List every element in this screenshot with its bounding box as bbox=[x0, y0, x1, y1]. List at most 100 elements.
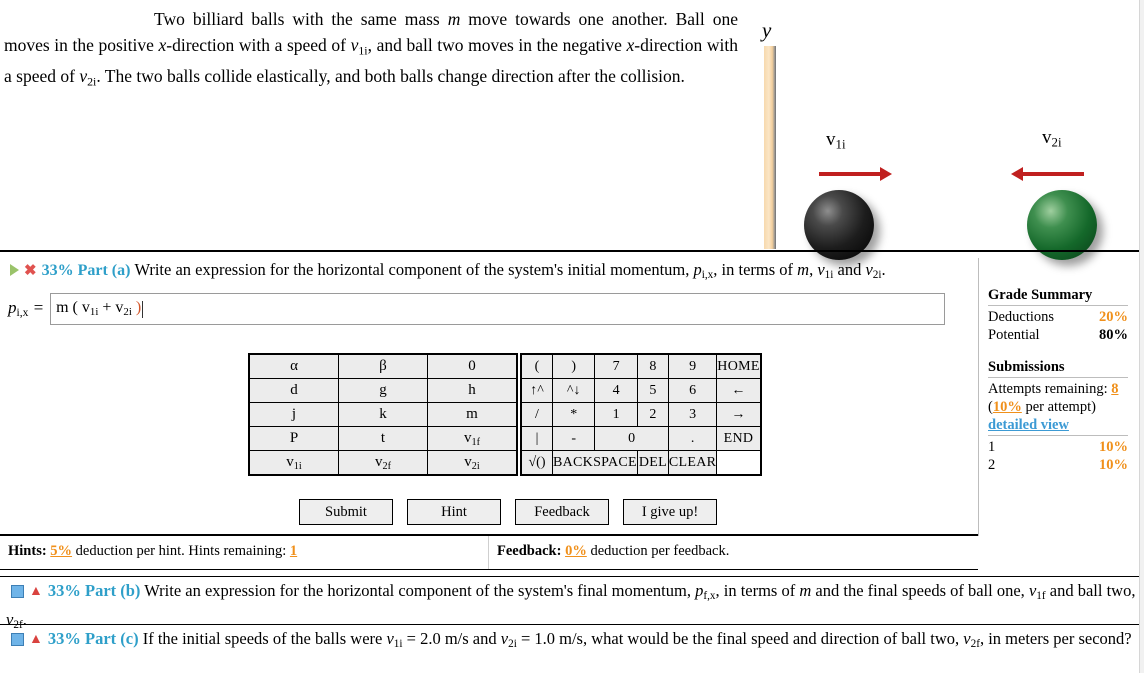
math-keypad[interactable]: α β 0 d g h j k m Pt v1f v1i v2f v2i () 7 8 9 HOME ↑^ ^↓ 4 5 6… bbox=[248, 353, 762, 476]
keypad-key-0[interactable]: 0 bbox=[594, 426, 669, 451]
submission-row: 1 10% bbox=[988, 438, 1128, 456]
keypad-key-k[interactable]: k bbox=[338, 402, 428, 427]
keypad-key-DEL[interactable]: DEL bbox=[636, 450, 669, 476]
keypad-key-op: ^↓ bbox=[551, 378, 596, 403]
keypad-key-op[interactable]: ( bbox=[520, 353, 553, 379]
keypad-key-g[interactable]: g bbox=[338, 378, 428, 403]
part-c-divider bbox=[0, 624, 1144, 625]
keypad-key-v1i[interactable]: v1i bbox=[248, 450, 339, 476]
part-b-label: Part (b) bbox=[84, 581, 141, 600]
submit-button[interactable]: Submit bbox=[299, 499, 393, 525]
text-caret bbox=[142, 300, 144, 318]
keypad-key-[interactable]: β bbox=[338, 353, 428, 379]
keypad-row: √() BACKSPACE DEL CLEAR bbox=[520, 450, 761, 476]
keypad-row: dgh bbox=[248, 378, 518, 403]
keypad-numeric-body: () 7 8 9 HOME ↑^ ^↓ 4 5 6 ← / * 1 2 3 → | -0. END √() BACKSPA… bbox=[520, 353, 762, 476]
keypad-row: αβ0 bbox=[248, 353, 518, 379]
keypad-key-op[interactable]: / bbox=[520, 402, 553, 427]
keypad-key-v2i[interactable]: v2i bbox=[427, 450, 518, 476]
submissions-title: Submissions bbox=[988, 359, 1065, 375]
velocity-arrow-left-icon bbox=[1011, 167, 1084, 181]
blue-square-icon[interactable] bbox=[11, 632, 24, 646]
keypad-key-v1f[interactable]: v1f bbox=[427, 426, 518, 451]
submission-number: 2 bbox=[988, 457, 996, 473]
keypad-row: ↑^ ^↓ 4 5 6 ← bbox=[520, 378, 762, 403]
grade-panel-divider bbox=[978, 258, 979, 536]
feedback-deduction-value: 0% bbox=[565, 543, 587, 559]
detailed-view-link[interactable]: detailed view bbox=[988, 416, 1128, 434]
keypad-key-2[interactable]: 2 bbox=[636, 402, 669, 427]
keypad-key-cmd[interactable]: → bbox=[716, 402, 762, 427]
keypad-key-7[interactable]: 7 bbox=[594, 353, 638, 379]
keypad-key-8[interactable]: 8 bbox=[636, 353, 669, 379]
keypad-key-BACKSPACE[interactable]: BACKSPACE bbox=[552, 450, 638, 476]
per-attempt-text: per attempt) bbox=[1021, 399, 1096, 415]
answer-row: pi,x = m ( v1i + v2i ) bbox=[8, 293, 946, 325]
grade-divider-line bbox=[988, 305, 1128, 306]
submission-deduction: 10% bbox=[1099, 457, 1128, 473]
keypad-key-HOME[interactable]: HOME bbox=[716, 353, 762, 379]
y-axis-bar-icon bbox=[764, 46, 776, 249]
keypad-key-m[interactable]: m bbox=[427, 402, 518, 427]
keypad-key-op[interactable]: - bbox=[551, 426, 596, 451]
keypad-key-9[interactable]: 9 bbox=[667, 353, 718, 379]
velocity-arrow-right-icon bbox=[819, 167, 892, 181]
blue-square-icon[interactable] bbox=[11, 584, 24, 598]
per-attempt-row: (10% per attempt) bbox=[988, 398, 1128, 416]
keypad-key-5[interactable]: 5 bbox=[636, 378, 669, 403]
keypad-row: () 7 8 9 HOME bbox=[520, 353, 762, 379]
keypad-key-cmd[interactable]: ← bbox=[716, 378, 762, 403]
keypad-key-op: ) bbox=[551, 353, 596, 379]
keypad-key-CLEAR[interactable]: CLEAR bbox=[667, 450, 718, 476]
problem-statement: Two billiard balls with the same mass m … bbox=[0, 2, 742, 245]
keypad-row: | -0. END bbox=[520, 426, 762, 451]
part-c-prompt: If the initial speeds of the balls were … bbox=[142, 629, 1132, 651]
keypad-key-3[interactable]: 3 bbox=[667, 402, 718, 427]
warning-triangle-icon: ▲ bbox=[29, 632, 43, 648]
keypad-key-v2f[interactable]: v2f bbox=[338, 450, 428, 476]
keypad-key-op[interactable]: ↑^ bbox=[520, 378, 553, 403]
answer-label: pi,x = bbox=[8, 298, 45, 320]
keypad-key-d[interactable]: d bbox=[248, 378, 339, 403]
keypad-key-4[interactable]: 4 bbox=[594, 378, 638, 403]
keypad-row: Pt v1f bbox=[248, 426, 518, 451]
keypad-key-t[interactable]: t bbox=[338, 426, 428, 451]
feedback-button[interactable]: Feedback bbox=[515, 499, 609, 525]
keypad-key-op[interactable]: √() bbox=[520, 450, 553, 476]
submission-deduction: 10% bbox=[1099, 439, 1128, 455]
page-scrollbar[interactable] bbox=[1139, 0, 1144, 673]
deductions-row: Deductions 20% bbox=[988, 308, 1128, 326]
give-up-button[interactable]: I give up! bbox=[623, 499, 717, 525]
part-c-label: Part (c) bbox=[84, 629, 139, 648]
hint-button[interactable]: Hint bbox=[407, 499, 501, 525]
part-c-section[interactable]: ▲ 33% Part (c) If the initial speeds of t… bbox=[0, 627, 1144, 656]
keypad-key-op: * bbox=[551, 402, 596, 427]
grade-summary-panel: Grade Summary Deductions 20% Potential 8… bbox=[988, 286, 1128, 474]
y-axis-label: y bbox=[762, 18, 772, 42]
keypad-key-0[interactable]: 0 bbox=[427, 353, 518, 379]
attempts-remaining-value: 8 bbox=[1111, 381, 1119, 397]
part-b-divider bbox=[0, 576, 1144, 577]
keypad-key-h[interactable]: h bbox=[427, 378, 518, 403]
keypad-key-op[interactable]: | bbox=[520, 426, 553, 451]
keypad-key-P[interactable]: P bbox=[248, 426, 339, 451]
hints-label: Hints: bbox=[8, 543, 47, 559]
keypad-key-[interactable]: α bbox=[248, 353, 339, 379]
velocity-label-v2i: v2i bbox=[1042, 127, 1062, 150]
keypad-key-END[interactable]: END bbox=[716, 426, 762, 451]
keypad-key-6[interactable]: 6 bbox=[667, 378, 718, 403]
part-a-percent: 33% bbox=[41, 262, 74, 279]
answer-input[interactable]: m ( v1i + v2i ) bbox=[50, 293, 946, 325]
play-triangle-icon[interactable] bbox=[10, 264, 19, 277]
velocity-label-v1i: v1i bbox=[826, 129, 846, 152]
submission-rows-divider bbox=[988, 435, 1128, 436]
keypad-key-j[interactable]: j bbox=[248, 402, 339, 427]
keypad-symbols-table[interactable]: α β 0 d g h j k m Pt v1f v1i v2f v2i bbox=[248, 353, 518, 476]
part-a-prompt: Write an expression for the horizontal c… bbox=[134, 260, 886, 282]
part-b-prompt: Write an expression for the horizontal c… bbox=[6, 581, 1136, 632]
keypad-numeric-table[interactable]: () 7 8 9 HOME ↑^ ^↓ 4 5 6 ← / * 1 2 3 → | -0. END √() BACKSPA… bbox=[520, 353, 762, 476]
potential-value: 80% bbox=[1099, 327, 1128, 343]
submissions-divider-line bbox=[988, 377, 1128, 378]
keypad-key-num[interactable]: . bbox=[667, 426, 718, 451]
keypad-key-1[interactable]: 1 bbox=[594, 402, 638, 427]
